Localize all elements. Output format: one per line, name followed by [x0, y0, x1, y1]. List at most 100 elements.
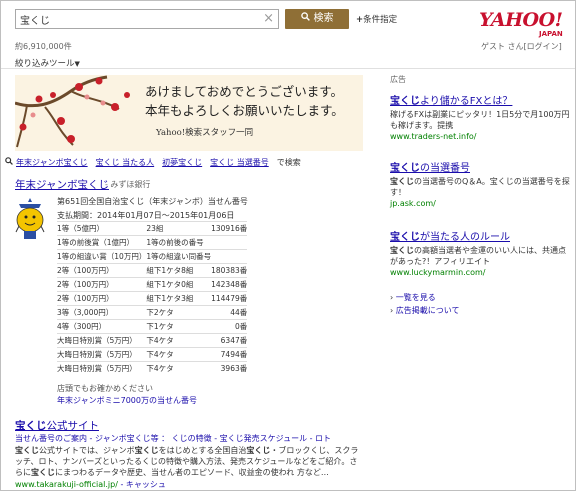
- related-link[interactable]: 宝くじ 当たる人: [96, 158, 155, 167]
- search-icon: [5, 157, 13, 167]
- prize-name: 2等（100万円）: [57, 277, 147, 292]
- ads-about-label: 広告掲載について: [395, 306, 460, 315]
- snippet-bold: 宝くじ: [15, 446, 39, 455]
- prize-name: 大晦日特別賞（5万円）: [57, 347, 147, 362]
- prize-name: 1等（5億円）: [57, 221, 147, 236]
- related-link[interactable]: 宝くじ 当選番号: [210, 158, 269, 167]
- user-label: ゲスト さん: [481, 42, 524, 51]
- prize-group: 組下1ケタ3組: [146, 291, 212, 306]
- clear-icon[interactable]: ×: [263, 11, 274, 27]
- ad-title-bold: 宝くじ: [390, 163, 420, 174]
- prize-group: 1等の前後の番号: [146, 235, 212, 250]
- ad-title[interactable]: 宝くじより儲かるFXとは？: [390, 92, 570, 107]
- ads-about-link[interactable]: › 広告掲載について: [390, 305, 570, 316]
- prize-number: 3963番: [211, 361, 248, 375]
- ad-title[interactable]: 宝くじが当たる人のルール: [390, 228, 570, 243]
- prize-group: 1等の組違い同番号: [146, 249, 212, 264]
- caret-down-icon: ▼: [74, 60, 80, 68]
- ads-more-link[interactable]: › 一覧を見る: [390, 292, 570, 303]
- result-title[interactable]: 年末ジャンボ宝くじ: [15, 177, 109, 192]
- search-button-label: 検索: [313, 13, 334, 24]
- prize-group: 下2ケタ: [146, 305, 212, 320]
- prize-row: 3等（3,000円） 下2ケタ 44番: [57, 305, 248, 320]
- prize-table: 1等（5億円） 23組 130916番 1等の前後賞（1億円） 1等の前後の番号 1等の組…: [57, 221, 248, 375]
- prize-number: [211, 249, 248, 264]
- ad-title-rest: が当たる人のルール: [420, 232, 510, 243]
- header-divider: [1, 68, 575, 69]
- ad-url: www.luckymarmin.com/: [390, 268, 486, 277]
- ad-item: 宝くじより儲かるFXとは？ 稼げるFXは副業にピッタリ！1日5分で月100万円も…: [390, 92, 570, 141]
- ad-title[interactable]: 宝くじの当選番号: [390, 159, 570, 174]
- snippet-text: 公式サイトでは、ジャンボ: [39, 446, 135, 455]
- prize-row: 1等の前後賞（1億円） 1等の前後の番号: [57, 235, 248, 250]
- prize-row: 2等（100万円） 組下1ケタ0組 142348番: [57, 277, 248, 292]
- banner-signature: Yahoo!検索スタッフ一同: [156, 128, 254, 138]
- ad-desc-rest: の当選番号のQ＆A。宝くじの当選番号を探す！: [390, 177, 570, 197]
- sitelinks[interactable]: 当せん番号のご案内 - ジャンボ宝くじ等 ： くじの特徴 - 宝くじ発売スケジュ…: [15, 433, 331, 444]
- related-searches: 年末ジャンボ宝くじ 宝くじ 当たる人 初夢宝くじ 宝くじ 当選番号 で検索: [5, 157, 301, 168]
- prize-number: 6347番: [211, 333, 248, 348]
- search-box[interactable]: ×: [15, 9, 279, 29]
- snippet-bold: 宝くじ: [31, 468, 55, 477]
- title-rest: 公式サイト: [46, 420, 100, 432]
- related-link[interactable]: 初夢宝くじ: [162, 158, 202, 167]
- ads-more-label: 一覧を見る: [395, 293, 436, 302]
- prize-row: 大晦日特別賞（5万円） 下4ケタ 3963番: [57, 361, 248, 375]
- ad-title-bold: 宝くじ: [390, 232, 420, 243]
- result-url: www.takarakuji-official.jp/ - キャッシュ: [15, 479, 166, 490]
- prize-number: 114479番: [211, 291, 248, 306]
- ad-url: www.traders-net.info/: [390, 132, 477, 141]
- prize-name: 1等の組違い賞（10万円）: [57, 249, 147, 264]
- result-source: - みずほ銀行: [105, 180, 151, 189]
- svg-text:YAHOO!: YAHOO!: [479, 9, 563, 31]
- search-icon: [300, 9, 310, 29]
- login-link[interactable]: [ログイン]: [524, 42, 562, 51]
- conditions-link[interactable]: +条件指定: [356, 13, 397, 25]
- ad-desc: 宝くじの当選番号のQ＆A。宝くじの当選番号を探す！: [390, 176, 570, 198]
- plum-blossom-icon: [15, 75, 130, 148]
- result-title[interactable]: 宝くじ公式サイト: [15, 418, 99, 433]
- draw-subtitle: 第651回全国自治宝くじ（年末ジャンボ）当せん番号: [57, 197, 248, 206]
- prize-name: 大晦日特別賞（5万円）: [57, 333, 147, 348]
- ad-desc-bold: 宝くじ: [390, 246, 414, 255]
- search-button[interactable]: 検索: [285, 9, 349, 29]
- related-link[interactable]: 年末ジャンボ宝くじ: [16, 158, 88, 167]
- prize-group: 組下1ケタ8組: [146, 263, 212, 278]
- prize-number: 44番: [211, 305, 248, 320]
- banner-greeting-1: あけましておめでとうございます。: [145, 84, 344, 99]
- prize-number: [211, 235, 248, 250]
- cache-link[interactable]: - キャッシュ: [120, 480, 165, 489]
- ad-title-rest: の当選番号: [420, 163, 470, 174]
- prize-group: 組下1ケタ0組: [146, 277, 212, 292]
- prize-name: 2等（100万円）: [57, 263, 147, 278]
- snippet-bold: 宝くじ: [246, 446, 271, 455]
- ad-item: 宝くじの当選番号 宝くじの当選番号のQ＆A。宝くじの当選番号を探す！ jp.as…: [390, 159, 570, 208]
- ads-label: 広告: [390, 75, 406, 84]
- search-input[interactable]: [20, 12, 256, 26]
- user-area: ゲスト さん[ログイン]: [481, 41, 562, 52]
- yahoo-logo[interactable]: YAHOO! JAPAN: [479, 8, 565, 38]
- chevron-right-icon: ›: [390, 306, 394, 315]
- ad-desc: 稼げるFXは副業にピッタリ！1日5分で月100万円も稼げます。提携: [390, 110, 570, 130]
- prize-row: 大晦日特別賞（5万円） 下4ケタ 6347番: [57, 333, 248, 348]
- page-frame: × 検索 +条件指定 YAHOO! JAPAN 約6,910,000件 ゲスト …: [0, 0, 576, 491]
- lottery-mascot-icon: [15, 196, 45, 242]
- new-year-banner[interactable]: あけましておめでとうございます。 本年もよろしくお願いいたします。 Yahoo!…: [15, 75, 363, 151]
- prize-group: 下4ケタ: [146, 361, 212, 375]
- prize-name: 2等（100万円）: [57, 291, 147, 306]
- prize-number: 0番: [211, 319, 248, 334]
- url-text: www.takarakuji-official.jp/: [15, 480, 118, 489]
- ad-desc-rest: の高額当選者や金運のいい人には、共通点があった?！アフィリエイト: [390, 246, 566, 266]
- prize-group: 下1ケタ: [146, 319, 212, 334]
- mini-jumbo-link[interactable]: 年末ジャンボミニ7000万の当せん番号: [57, 395, 197, 406]
- ad-url: jp.ask.com/: [390, 199, 436, 208]
- prize-row: 4等（300円） 下1ケタ 0番: [57, 319, 248, 334]
- banner-greeting-2: 本年もよろしくお願いいたします。: [145, 103, 344, 118]
- conditions-label: 条件指定: [363, 15, 398, 25]
- prize-name: 大晦日特別賞（5万円）: [57, 361, 147, 375]
- prize-name: 3等（3,000円）: [57, 305, 147, 320]
- result-snippet: 宝くじ公式サイトでは、ジャンボ宝くじをはじめとする全国自治宝くじ・ブロックくじ、…: [15, 445, 365, 478]
- snippet-text: にまつわるデータや歴史、当せん者のエピソード、収益金の使われ 方など…: [55, 468, 329, 477]
- prize-row: 2等（100万円） 組下1ケタ8組 180383番: [57, 263, 248, 278]
- prize-name: 4等（300円）: [57, 319, 147, 334]
